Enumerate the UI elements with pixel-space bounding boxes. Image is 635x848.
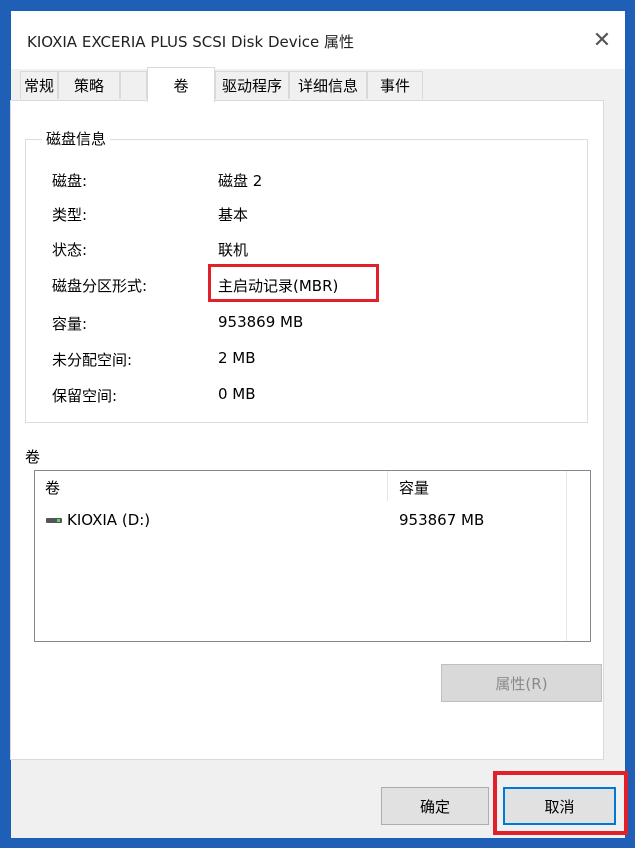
- disk-info-legend: 磁盘信息: [42, 128, 111, 149]
- tab-gap: [120, 71, 147, 99]
- unallocated-label: 未分配空间:: [52, 351, 133, 369]
- scrollbar-track-divider: [566, 471, 567, 641]
- close-icon[interactable]: ✕: [579, 11, 625, 69]
- column-header-capacity[interactable]: 容量: [399, 477, 429, 498]
- status-value: 联机: [218, 241, 249, 259]
- unallocated-value: 2 MB: [218, 349, 256, 367]
- tab-strip: 常规 策略 卷 驱动程序 详细信息 事件: [10, 67, 625, 102]
- list-item[interactable]: KIOXIA (D:) 953867 MB: [35, 509, 564, 533]
- volumes-section-label: 卷: [25, 448, 41, 466]
- column-header-volume[interactable]: 卷: [45, 477, 60, 498]
- status-label: 状态:: [52, 241, 88, 259]
- tab-volumes[interactable]: 卷: [147, 67, 215, 102]
- partition-style-label: 磁盘分区形式:: [52, 277, 148, 295]
- tab-details[interactable]: 详细信息: [289, 71, 367, 99]
- type-value: 基本: [218, 206, 249, 224]
- capacity-label: 容量:: [52, 315, 88, 333]
- disk-value: 磁盘 2: [218, 172, 263, 190]
- tab-driver[interactable]: 驱动程序: [215, 71, 289, 99]
- title-bar: KIOXIA EXCERIA PLUS SCSI Disk Device 属性 …: [11, 11, 625, 69]
- volume-name: KIOXIA (D:): [67, 511, 151, 529]
- volume-capacity: 953867 MB: [399, 511, 485, 529]
- disk-label: 磁盘:: [52, 172, 88, 190]
- tab-general[interactable]: 常规: [20, 71, 58, 99]
- partition-style-highlight: [208, 264, 379, 302]
- volumes-list-header: 卷 容量: [35, 471, 564, 501]
- volumes-list[interactable]: 卷 容量 KIOXIA (D:) 953867 MB: [34, 470, 591, 642]
- column-divider: [387, 471, 388, 501]
- reserved-value: 0 MB: [218, 385, 256, 403]
- capacity-value: 953869 MB: [218, 313, 304, 331]
- type-label: 类型:: [52, 206, 88, 224]
- drive-icon: [46, 518, 62, 523]
- tab-policies[interactable]: 策略: [58, 71, 120, 99]
- reserved-label: 保留空间:: [52, 387, 118, 405]
- window-title: KIOXIA EXCERIA PLUS SCSI Disk Device 属性: [27, 33, 355, 51]
- cancel-highlight: [493, 771, 628, 835]
- tab-events[interactable]: 事件: [367, 71, 423, 99]
- ok-button[interactable]: 确定: [381, 787, 489, 825]
- properties-button[interactable]: 属性(R): [441, 664, 602, 702]
